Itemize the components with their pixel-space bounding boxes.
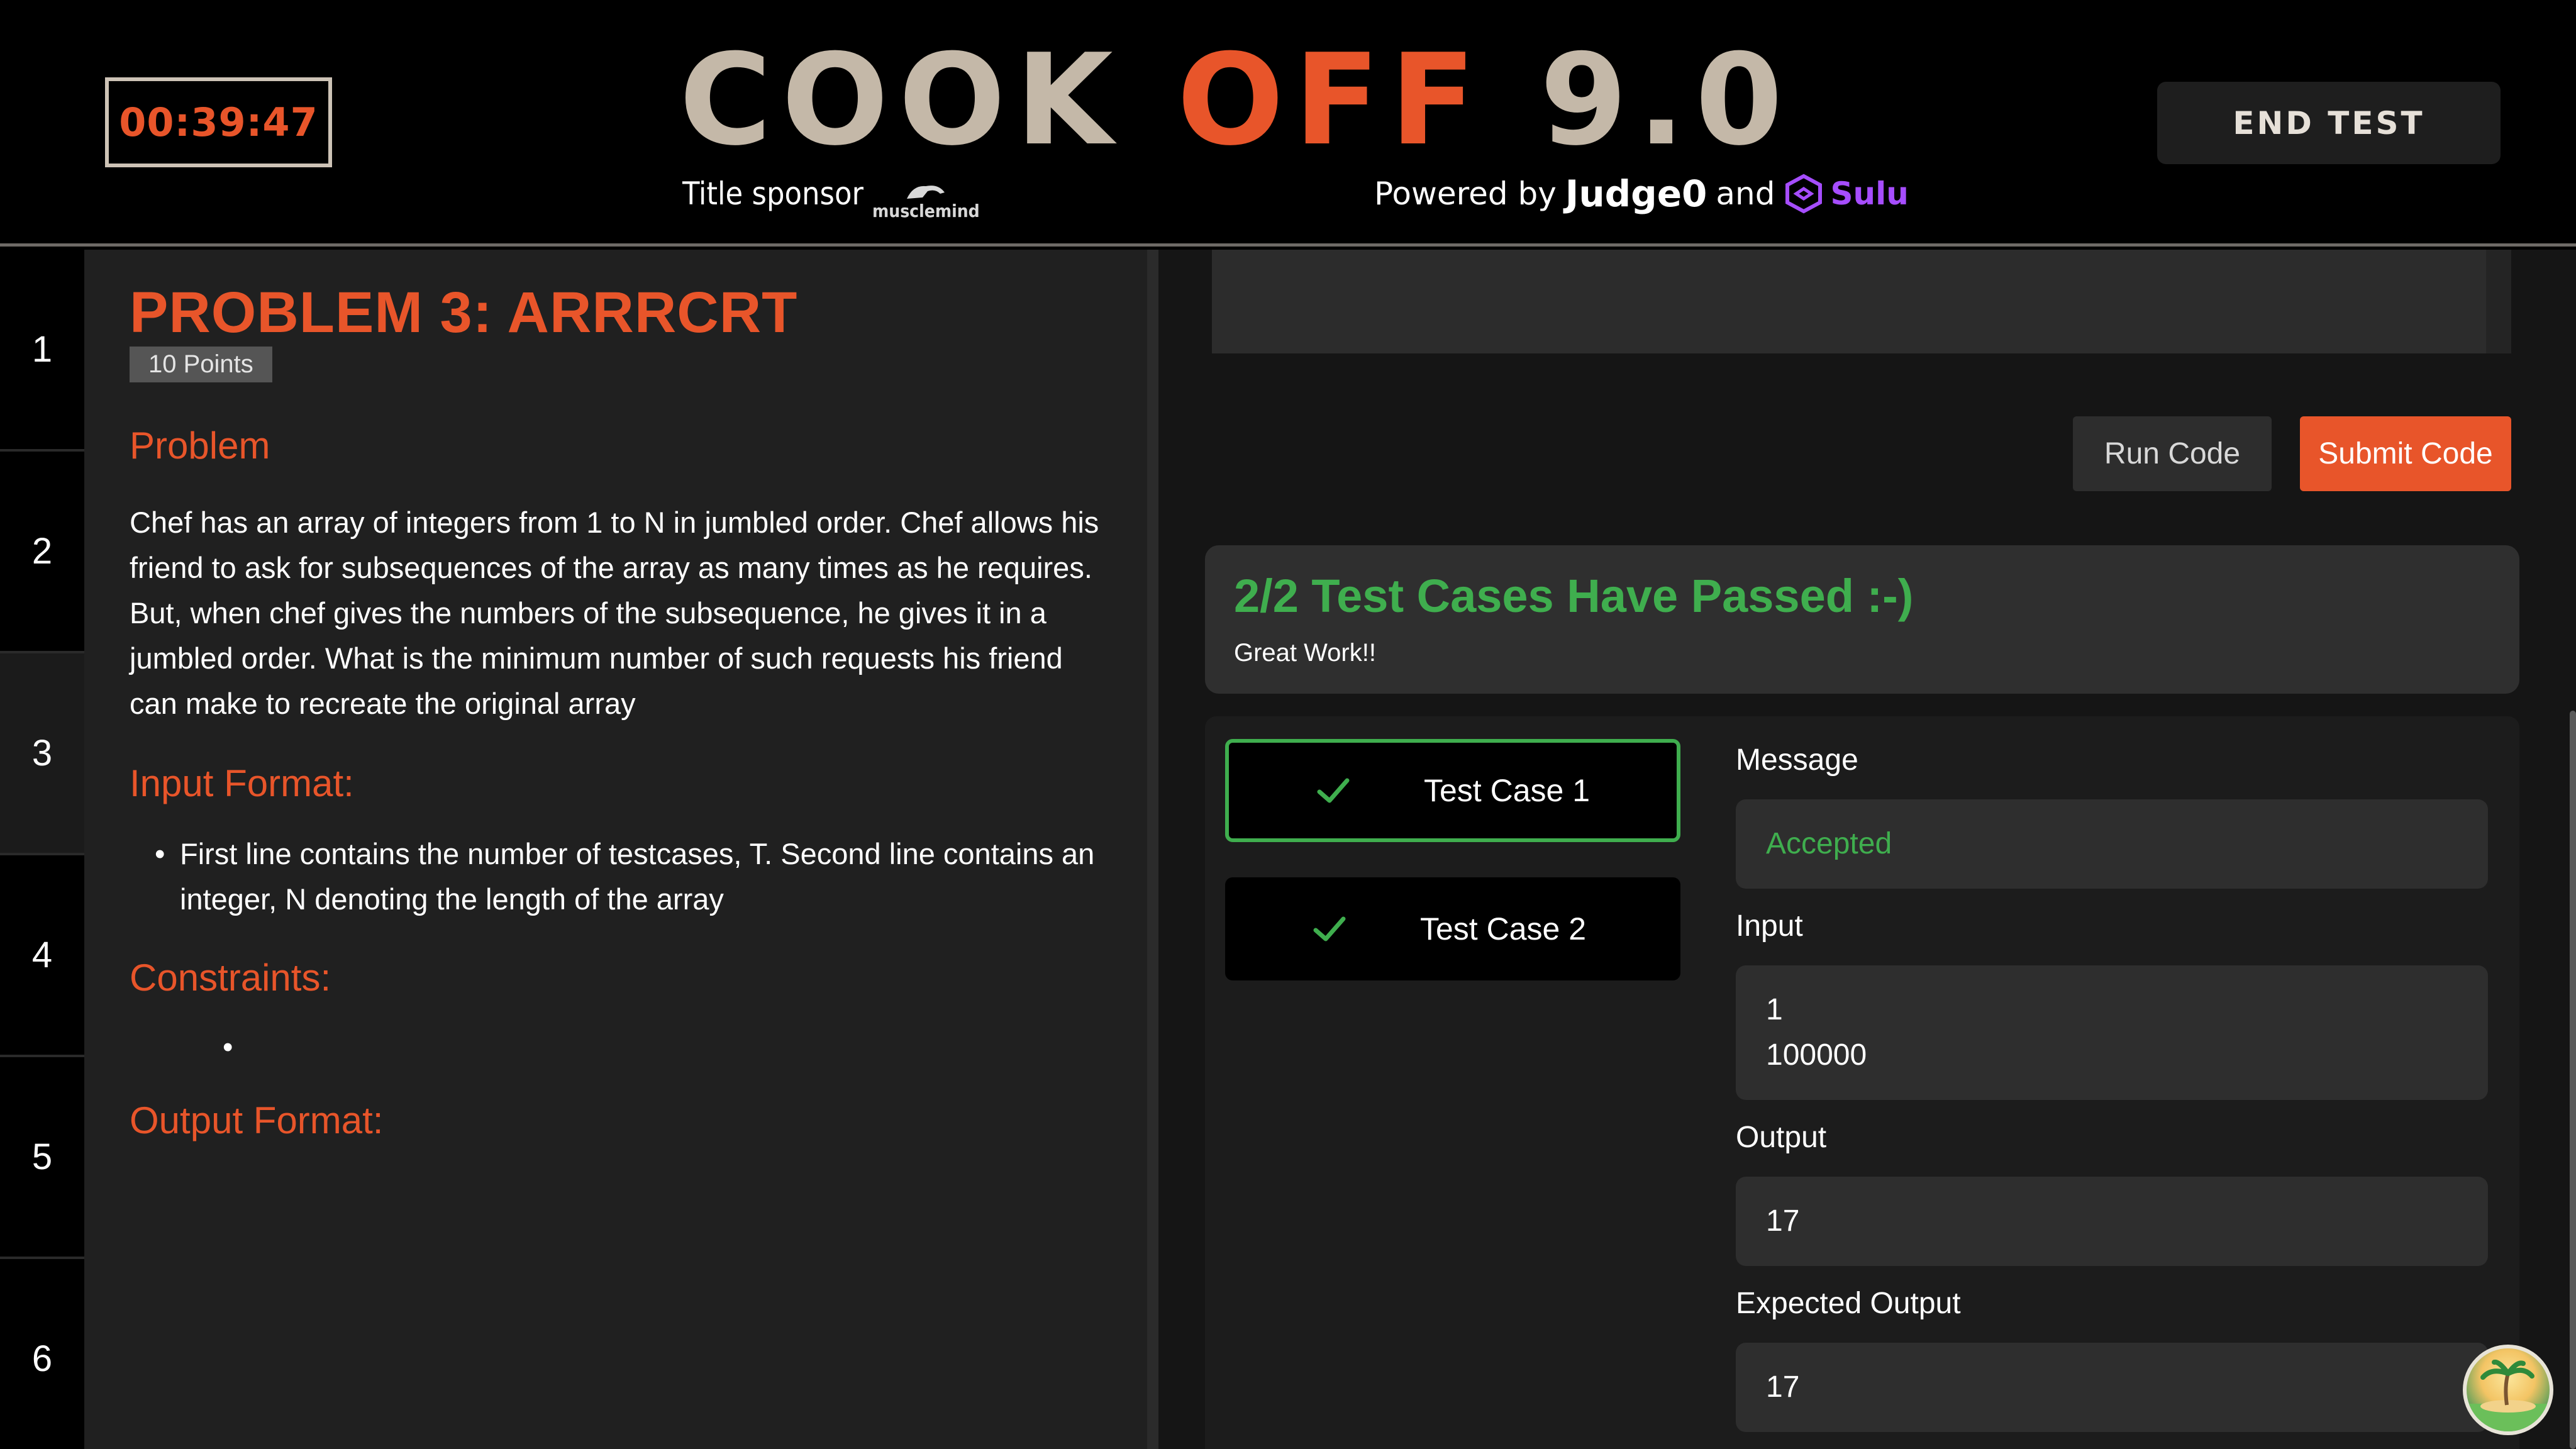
musclemind-lion-icon bbox=[907, 186, 945, 199]
input-line-2: 100000 bbox=[1766, 1038, 1867, 1072]
avatar[interactable] bbox=[2463, 1345, 2553, 1435]
sulu-name: Sulu bbox=[1830, 175, 1909, 212]
powered-and: and bbox=[1716, 175, 1775, 212]
scrollbar[interactable] bbox=[2570, 711, 2576, 1449]
problem-panel: PROBLEM 3: ARRRCRT 10 Points Problem Che… bbox=[84, 250, 1147, 1449]
constraints-empty-bullet: • bbox=[223, 1030, 233, 1063]
end-test-button[interactable]: END TEST bbox=[2157, 82, 2501, 164]
question-nav-item-6[interactable]: 6 bbox=[0, 1259, 84, 1449]
output-format-heading: Output Format: bbox=[130, 1099, 384, 1141]
title-sponsor: Title sponsor musclemind bbox=[682, 169, 980, 220]
constraints-heading: Constraints: bbox=[130, 957, 331, 999]
input-format-heading: Input Format: bbox=[130, 762, 354, 804]
sponsor-brand-name: musclemind bbox=[872, 201, 980, 221]
message-value: Accepted bbox=[1736, 799, 2488, 889]
test-case-tab-2[interactable]: Test Case 2 bbox=[1225, 877, 1680, 980]
question-nav-item-4[interactable]: 4 bbox=[0, 855, 84, 1057]
sulu-hexagon-icon bbox=[1785, 174, 1823, 214]
expected-output-label: Expected Output bbox=[1736, 1287, 1961, 1320]
sponsor-label: Title sponsor bbox=[682, 175, 863, 212]
message-value-text: Accepted bbox=[1766, 827, 1892, 860]
input-format-item: First line contains the number of testca… bbox=[155, 831, 1102, 922]
problem-statement: Chef has an array of integers from 1 to … bbox=[130, 506, 1099, 720]
output-value-text: 17 bbox=[1766, 1204, 1800, 1238]
submit-code-button[interactable]: Submit Code bbox=[2300, 416, 2511, 491]
header: 00:39:47 COOK OFF 9.0 Title sponsor musc… bbox=[0, 0, 2576, 247]
question-nav-item-2[interactable]: 2 bbox=[0, 452, 84, 653]
test-case-label: Test Case 2 bbox=[1420, 911, 1587, 947]
powered-prefix: Powered by bbox=[1374, 175, 1557, 212]
code-panel: Run Code Submit Code 2/2 Test Cases Have… bbox=[1158, 250, 2576, 1449]
logo-word-version: 9.0 bbox=[1540, 27, 1793, 174]
panel-divider[interactable] bbox=[1147, 250, 1158, 1449]
powered-by: Powered by Judge0 and Sulu bbox=[1374, 169, 1909, 219]
input-line-1: 1 bbox=[1766, 993, 1783, 1026]
message-label: Message bbox=[1736, 743, 1858, 777]
sulu-logo: Sulu bbox=[1784, 174, 1909, 214]
check-icon bbox=[1313, 916, 1346, 941]
input-label: Input bbox=[1736, 909, 1803, 943]
output-value: 17 bbox=[1736, 1177, 2488, 1266]
question-nav-item-3[interactable]: 3 bbox=[0, 653, 84, 855]
input-value: 1 100000 bbox=[1736, 965, 2488, 1100]
code-editor[interactable] bbox=[1212, 250, 2511, 353]
run-code-button[interactable]: Run Code bbox=[2073, 416, 2272, 491]
points-badge: 10 Points bbox=[130, 347, 272, 382]
judge0-logo: Judge0 bbox=[1565, 172, 1707, 215]
logo-word-off: OFF bbox=[1177, 27, 1486, 174]
test-cases-panel: Test Case 1 Test Case 2 Message Accepted… bbox=[1205, 716, 2519, 1449]
expected-output-text: 17 bbox=[1766, 1370, 1800, 1404]
test-case-tab-1[interactable]: Test Case 1 bbox=[1225, 739, 1680, 842]
palm-island-icon bbox=[2467, 1359, 2550, 1431]
question-nav: 1 2 3 4 5 6 bbox=[0, 250, 84, 1449]
cookoff-logo: COOK OFF 9.0 bbox=[679, 38, 1830, 164]
logo-word-cook: COOK bbox=[679, 27, 1123, 174]
result-summary: 2/2 Test Cases Have Passed :-) Great Wor… bbox=[1205, 545, 2519, 694]
countdown-timer: 00:39:47 bbox=[105, 77, 332, 167]
result-subtitle: Great Work!! bbox=[1234, 639, 1376, 667]
problem-title: PROBLEM 3: ARRRCRT bbox=[130, 280, 798, 345]
input-format-list: First line contains the number of testca… bbox=[130, 831, 1102, 922]
output-label: Output bbox=[1736, 1121, 1827, 1154]
constraints-list: • bbox=[130, 1024, 1102, 1070]
question-nav-item-1[interactable]: 1 bbox=[0, 250, 84, 452]
test-case-label: Test Case 1 bbox=[1424, 773, 1591, 808]
expected-output-value: 17 bbox=[1736, 1343, 2488, 1432]
problem-heading: Problem bbox=[130, 425, 270, 467]
musclemind-logo: musclemind bbox=[872, 180, 980, 220]
result-title: 2/2 Test Cases Have Passed :-) bbox=[1234, 570, 1914, 622]
check-icon bbox=[1317, 778, 1350, 803]
question-nav-item-5[interactable]: 5 bbox=[0, 1057, 84, 1259]
